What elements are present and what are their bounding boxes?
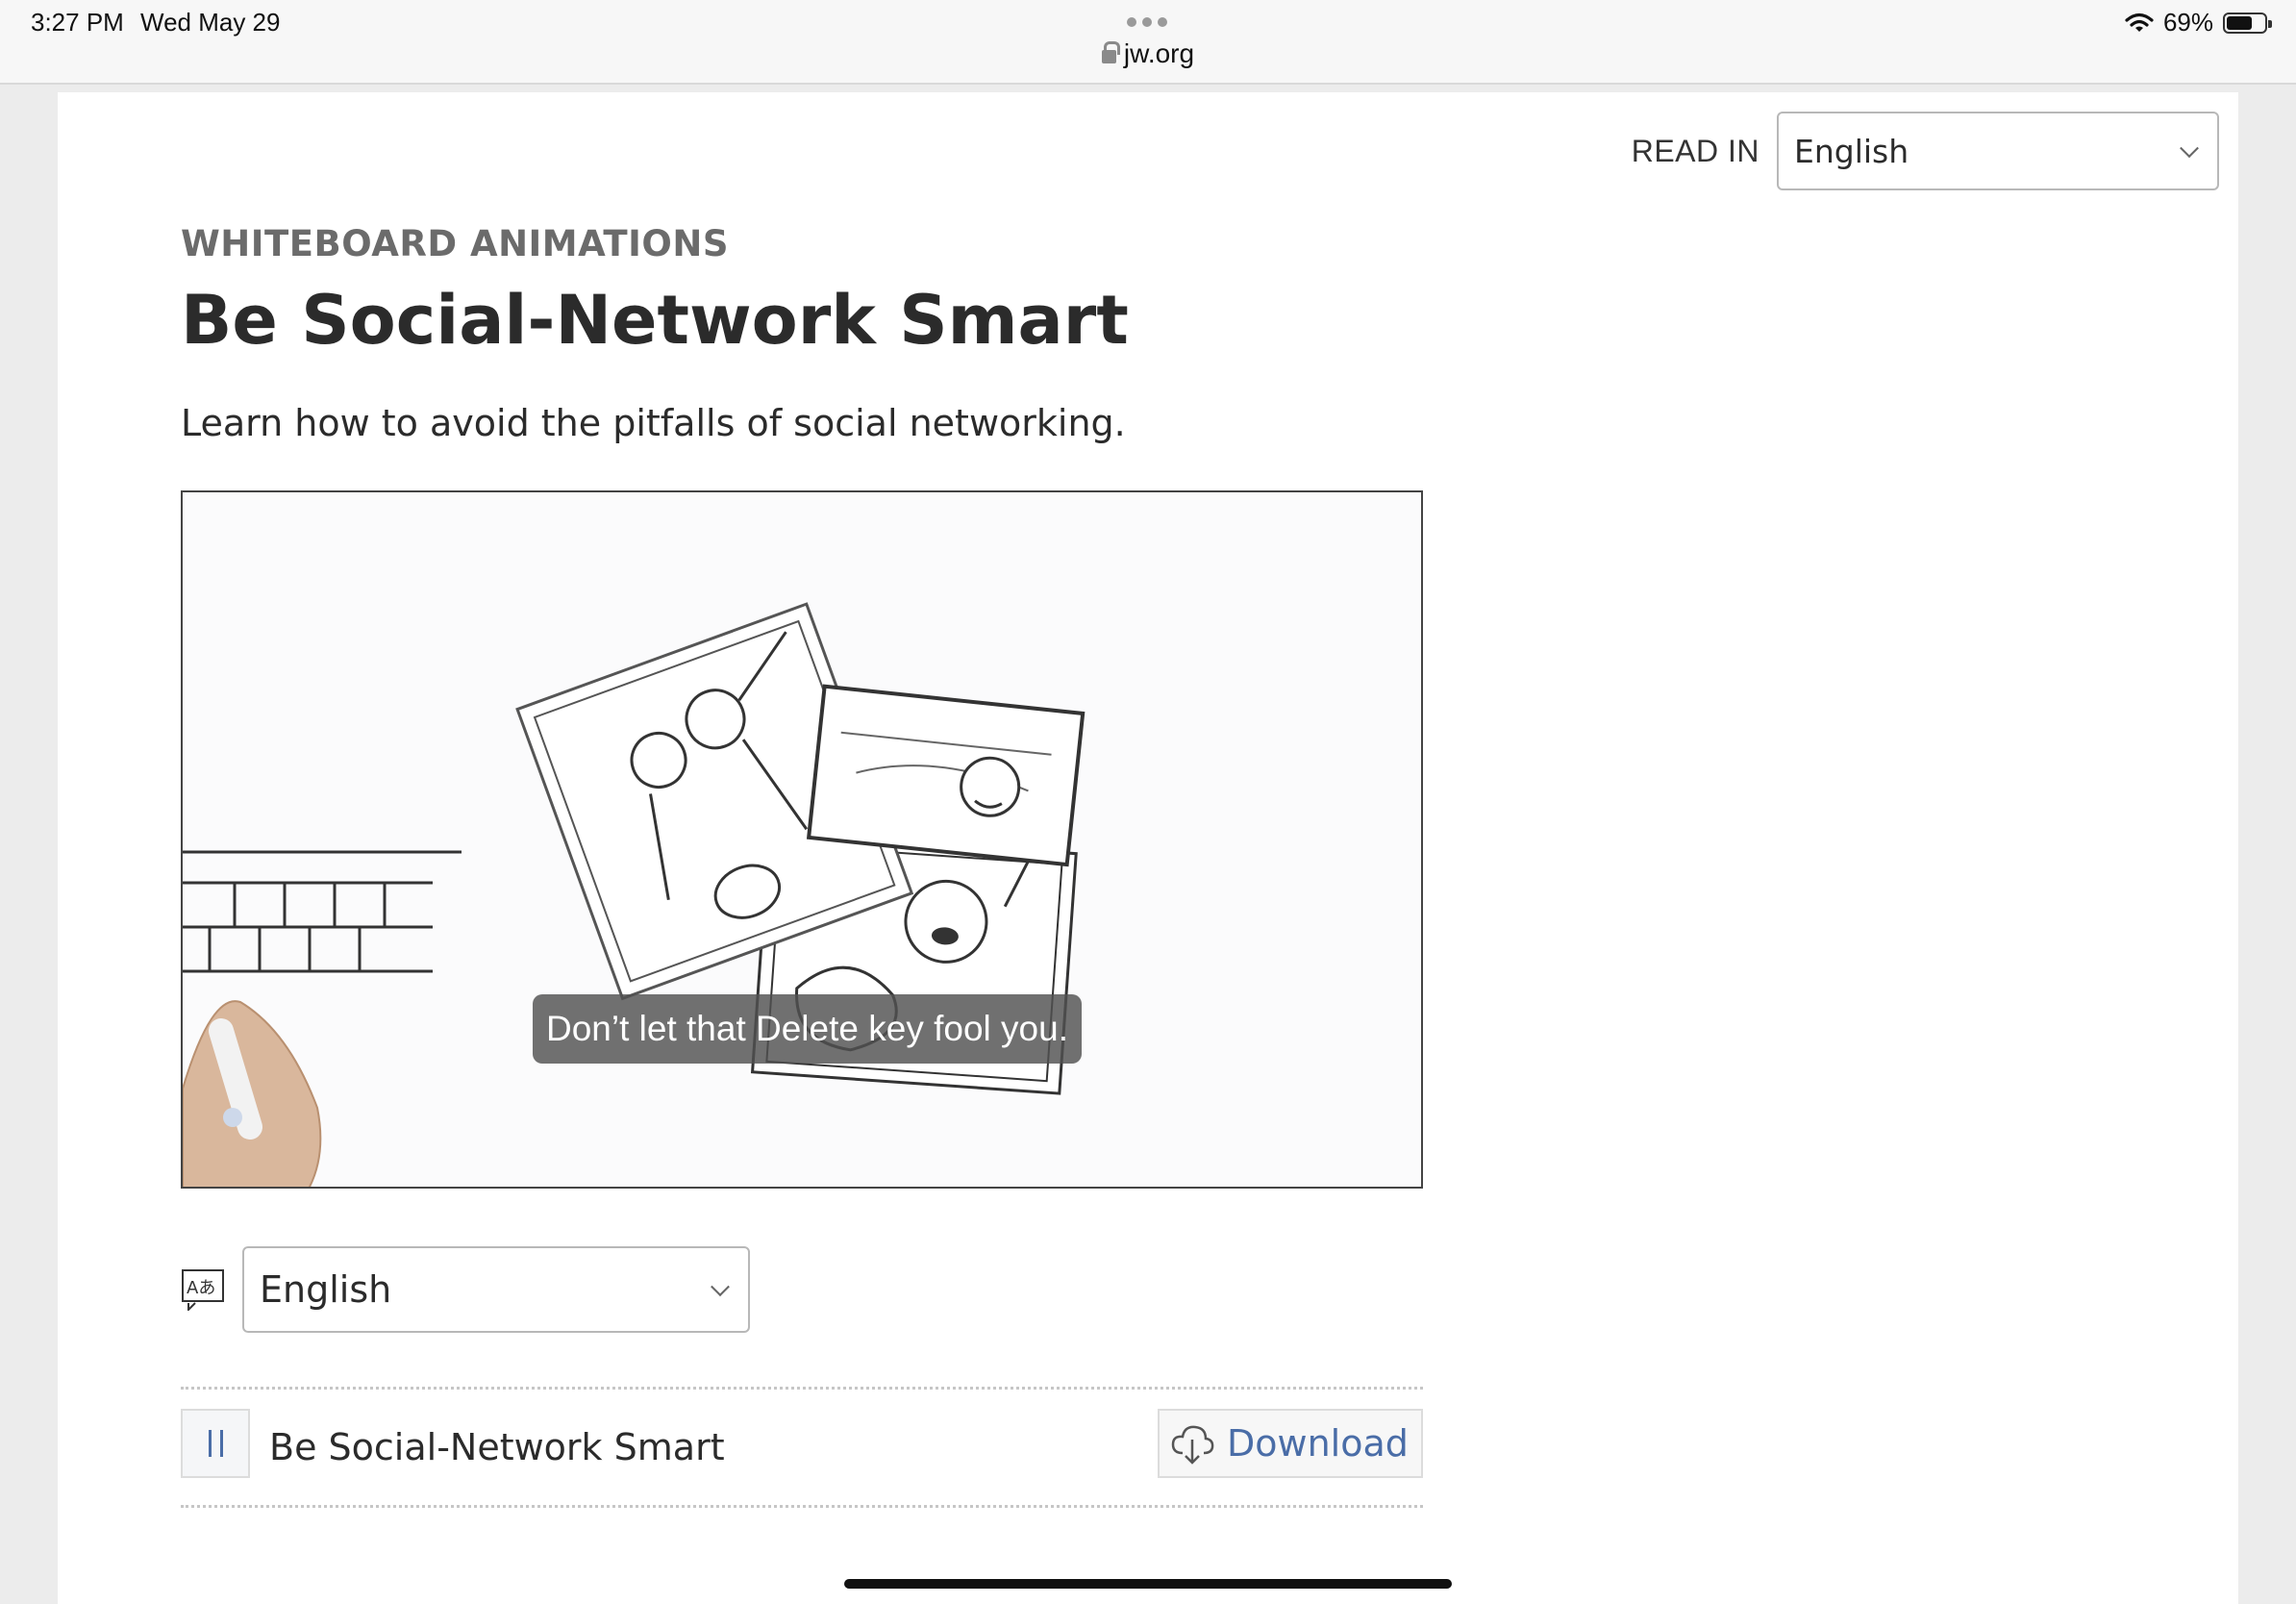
language-selected: English <box>260 1268 392 1311</box>
page-description: Learn how to avoid the pitfalls of socia… <box>181 402 1126 444</box>
more-dots-icon[interactable] <box>1127 17 1167 27</box>
status-date: Wed May 29 <box>140 8 281 37</box>
media-item-row: Be Social-Network Smart Download <box>181 1387 1423 1508</box>
page-title: Be Social-Network Smart <box>181 281 1129 360</box>
category-label: WHITEBOARD ANIMATIONS <box>181 223 729 264</box>
language-select[interactable]: English <box>242 1246 750 1333</box>
wifi-icon <box>2125 13 2154 32</box>
cloud-download-icon <box>1171 1425 1214 1465</box>
read-in-language: READ IN English <box>1632 112 2219 190</box>
download-button[interactable]: Download <box>1158 1409 1423 1478</box>
read-in-selected: English <box>1794 132 1909 170</box>
chevron-down-icon <box>711 1277 730 1297</box>
url-text: jw.org <box>1123 38 1195 68</box>
pause-button[interactable] <box>181 1409 250 1478</box>
status-bar: 3:27 PM Wed May 29 jw.org 69% <box>0 0 2296 85</box>
status-time: 3:27 PM <box>31 8 124 37</box>
video-caption: Don’t let that Delete key fool you. <box>533 994 1082 1064</box>
pause-icon-bar <box>219 1430 223 1457</box>
page-content: READ IN English WHITEBOARD ANIMATIONS Be… <box>58 92 2238 1604</box>
video-player[interactable]: Don’t let that Delete key fool you. <box>181 490 1423 1189</box>
status-indicators: 69% <box>2125 8 2272 38</box>
video-language-row: Aあ English <box>181 1246 750 1333</box>
video-frame-illustration <box>183 602 1086 1187</box>
chevron-down-icon <box>2180 138 2199 159</box>
lock-icon <box>1101 41 1120 63</box>
battery-level <box>2227 15 2253 30</box>
address-bar[interactable]: jw.org <box>0 38 2296 69</box>
download-label: Download <box>1227 1422 1409 1465</box>
translate-icon: Aあ <box>182 1269 224 1311</box>
media-item-title: Be Social-Network Smart <box>269 1426 725 1468</box>
read-in-label: READ IN <box>1631 133 1759 168</box>
pause-icon <box>208 1430 212 1457</box>
home-indicator <box>844 1579 1452 1589</box>
battery-percent: 69% <box>2162 8 2213 37</box>
svg-text:Aあ: Aあ <box>187 1278 215 1298</box>
read-in-select[interactable]: English <box>1777 112 2219 190</box>
battery-icon <box>2223 12 2272 34</box>
